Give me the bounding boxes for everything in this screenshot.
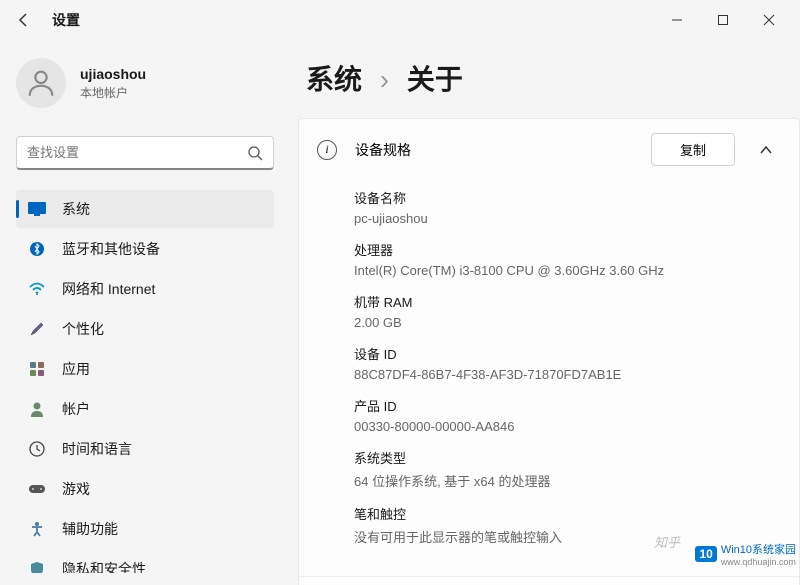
sidebar-item-label: 游戏 (62, 479, 90, 499)
search-input[interactable] (27, 145, 247, 160)
gamepad-icon (28, 480, 46, 498)
nav-list: 系统 蓝牙和其他设备 网络和 Internet 个性化 应用 帐户 (16, 190, 274, 573)
breadcrumb-parent[interactable]: 系统 (306, 64, 362, 95)
chevron-up-icon (759, 143, 773, 157)
sidebar: ujiaoshou 本地帐户 系统 蓝牙和其他设备 网络和 Internet (0, 40, 290, 585)
sidebar-item-label: 个性化 (62, 319, 104, 339)
minimize-button[interactable] (654, 4, 700, 36)
spec-pen-touch: 笔和触控 没有可用于此显示器的笔或触控输入 (354, 504, 781, 546)
sidebar-item-label: 时间和语言 (62, 439, 132, 459)
apps-icon (28, 360, 46, 378)
sidebar-item-network[interactable]: 网络和 Internet (16, 270, 274, 308)
spec-system-type: 系统类型 64 位操作系统, 基于 x64 的处理器 (354, 448, 781, 490)
watermark-badge: 10 (695, 546, 716, 562)
arrow-left-icon (16, 12, 32, 28)
accessibility-icon (28, 520, 46, 538)
minimize-icon (671, 14, 683, 26)
sidebar-item-label: 帐户 (62, 399, 90, 419)
copy-button[interactable]: 复制 (651, 133, 735, 166)
sidebar-item-label: 辅助功能 (62, 519, 118, 539)
main-content: 系统 › 关于 i 设备规格 复制 设备名称 pc-ujiaoshou 处理器 (290, 40, 800, 585)
sidebar-item-label: 应用 (62, 359, 90, 379)
info-icon: i (317, 140, 337, 160)
sidebar-item-accounts[interactable]: 帐户 (16, 390, 274, 428)
spec-product-id: 产品 ID 00330-80000-00000-AA846 (354, 396, 781, 434)
watermark-zhihu: 知乎 (654, 532, 680, 551)
spec-device-id: 设备 ID 88C87DF4-86B7-4F38-AF3D-71870FD7AB… (354, 344, 781, 382)
sidebar-item-personalization[interactable]: 个性化 (16, 310, 274, 348)
sidebar-item-apps[interactable]: 应用 (16, 350, 274, 388)
sidebar-item-time-language[interactable]: 时间和语言 (16, 430, 274, 468)
breadcrumb-current: 关于 (407, 64, 463, 95)
collapse-button[interactable] (751, 135, 781, 165)
watermark-brand: Win10系统家园 (721, 541, 796, 557)
shield-icon (28, 560, 46, 573)
window-title: 设置 (52, 10, 80, 30)
watermark-url: www.qdhuajin.com (721, 557, 796, 567)
sidebar-item-privacy[interactable]: 隐私和安全性 (16, 550, 274, 573)
wifi-icon (28, 280, 46, 298)
spec-device-name: 设备名称 pc-ujiaoshou (354, 188, 781, 226)
back-button[interactable] (8, 4, 40, 36)
person-icon (24, 66, 58, 100)
search-box[interactable] (16, 136, 274, 170)
spec-ram: 机带 RAM 2.00 GB (354, 292, 781, 330)
sidebar-item-label: 系统 (62, 199, 90, 219)
maximize-icon (717, 14, 729, 26)
sidebar-item-label: 蓝牙和其他设备 (62, 239, 160, 259)
display-icon (28, 200, 46, 218)
close-button[interactable] (746, 4, 792, 36)
spec-processor: 处理器 Intel(R) Core(TM) i3-8100 CPU @ 3.60… (354, 240, 781, 278)
profile-account-type: 本地帐户 (80, 84, 146, 101)
specs-list: 设备名称 pc-ujiaoshou 处理器 Intel(R) Core(TM) … (299, 180, 799, 576)
sidebar-item-system[interactable]: 系统 (16, 190, 274, 228)
bluetooth-icon (28, 240, 46, 258)
profile-section[interactable]: ujiaoshou 本地帐户 (16, 52, 274, 114)
sidebar-item-bluetooth[interactable]: 蓝牙和其他设备 (16, 230, 274, 268)
device-specs-card: i 设备规格 复制 设备名称 pc-ujiaoshou 处理器 Intel(R)… (298, 118, 800, 585)
paintbrush-icon (28, 320, 46, 338)
clock-icon (28, 440, 46, 458)
chevron-right-icon: › (380, 64, 389, 95)
related-links: 相关链接 域或工作组 系统保护 高级系统设 (299, 576, 799, 585)
avatar (16, 58, 66, 108)
profile-name: ujiaoshou (80, 66, 146, 82)
breadcrumb: 系统 › 关于 (298, 58, 800, 98)
watermark: 10 Win10系统家园 www.qdhuajin.com (695, 541, 796, 567)
sidebar-item-gaming[interactable]: 游戏 (16, 470, 274, 508)
card-title: 设备规格 (355, 140, 651, 160)
person-icon (28, 400, 46, 418)
maximize-button[interactable] (700, 4, 746, 36)
search-icon (247, 145, 263, 161)
sidebar-item-label: 隐私和安全性 (62, 559, 146, 573)
sidebar-item-label: 网络和 Internet (62, 279, 155, 299)
close-icon (763, 14, 775, 26)
sidebar-item-accessibility[interactable]: 辅助功能 (16, 510, 274, 548)
